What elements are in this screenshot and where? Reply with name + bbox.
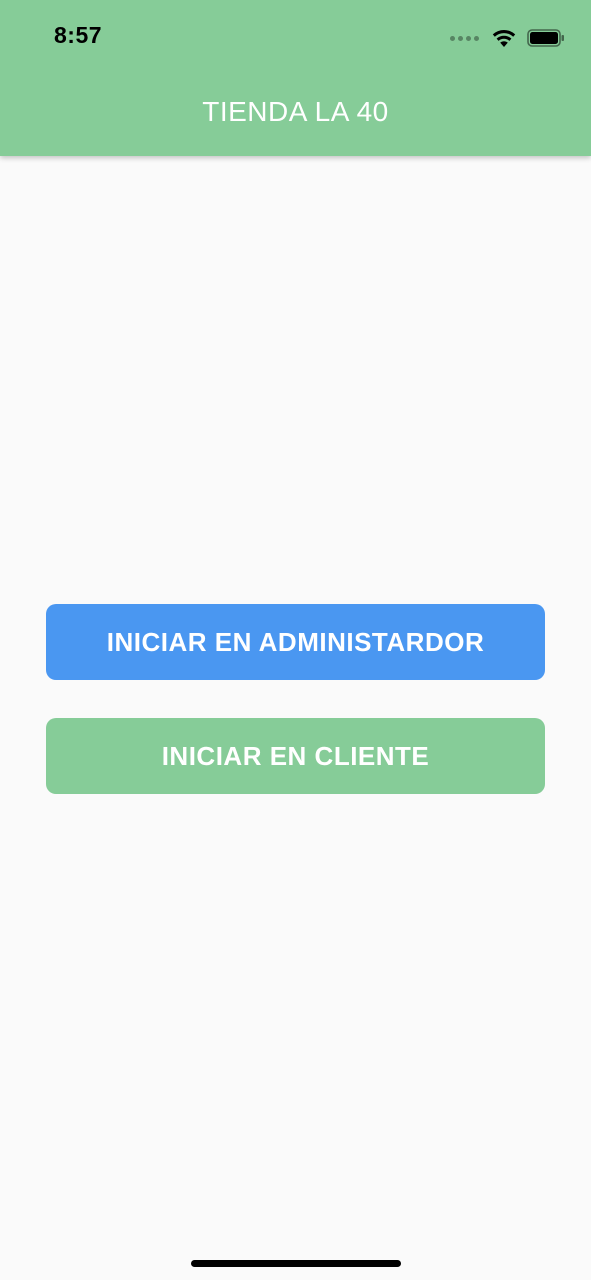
screen: 8:57 TIENDA LA 40 INICIAR EN ADMINISTARD… [0,0,591,1280]
wifi-icon [492,30,516,47]
battery-icon [527,29,564,47]
login-client-button[interactable]: INICIAR EN CLIENTE [46,718,545,794]
signal-dots-icon [450,35,479,41]
app-bar: 8:57 TIENDA LA 40 [0,0,591,156]
login-admin-button[interactable]: INICIAR EN ADMINISTARDOR [46,604,545,680]
status-icons [450,24,565,52]
home-indicator[interactable] [191,1260,401,1267]
app-title: TIENDA LA 40 [202,96,389,127]
status-time: 8:57 [54,22,103,48]
